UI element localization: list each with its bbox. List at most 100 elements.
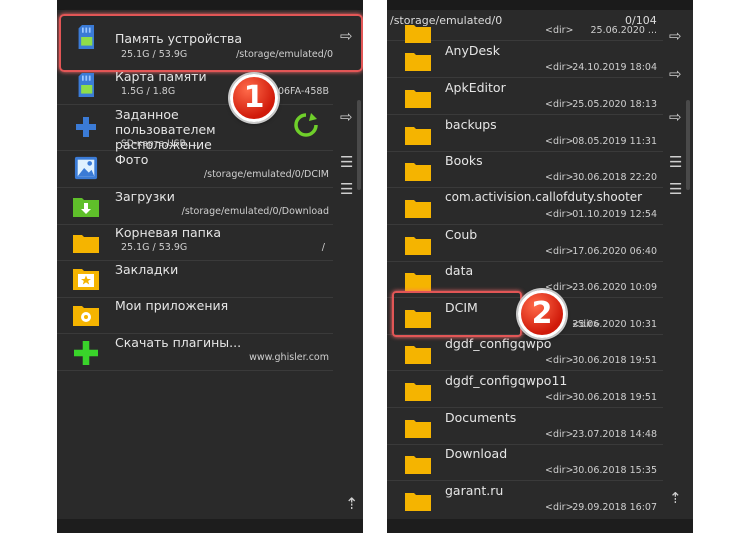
folder-icon (405, 346, 431, 364)
folder-name: Documents (445, 410, 517, 425)
folder-icon (405, 25, 431, 43)
folder-name: dgdf_configqwpo (445, 336, 552, 351)
folder-icon (405, 53, 431, 71)
folder-row[interactable]: <dir> 25.06.2020 ... (387, 12, 663, 43)
download-plugins-item[interactable]: Скачать плагины... www.ghisler.com (57, 334, 333, 371)
folder-date: 23.07.2018 14:48 (572, 429, 657, 440)
folder-date: 30.06.2018 15:35 (572, 465, 657, 476)
item-name: Скачать плагины... (115, 335, 242, 350)
folder-row[interactable]: ApkEditor <dir> 25.05.2020 18:13 (387, 78, 663, 115)
arrow-right-icon[interactable]: ⇨ (669, 65, 682, 83)
photo-item[interactable]: Фото /storage/emulated/0/DCIM (57, 151, 333, 188)
arrow-right-icon[interactable]: ⇨ (669, 27, 682, 45)
selected-highlight-frame (59, 14, 363, 72)
status-bar (387, 0, 693, 10)
folder-date: 25.06.2020 10:31 (572, 319, 657, 330)
folder-row[interactable]: garant.ru <dir> 29.09.2018 16:07 (387, 481, 663, 517)
folder-name: com.activision.callofduty.shooter (445, 190, 643, 204)
folder-row[interactable]: AnyDesk <dir> 24.10.2019 18:04 (387, 41, 663, 78)
folder-name: AnyDesk (445, 43, 500, 58)
bottom-toolbar (387, 519, 693, 533)
dcim-highlight-frame (392, 291, 522, 337)
folder-type: <dir> (545, 429, 574, 440)
folder-icon (405, 383, 431, 401)
item-path: / (321, 242, 325, 253)
item-name: Мои приложения (115, 298, 229, 313)
folder-icon (405, 127, 431, 145)
status-bar (57, 0, 363, 10)
refresh-icon[interactable] (293, 112, 319, 138)
folder-date: 17.06.2020 06:40 (572, 246, 657, 257)
folder-date: 24.10.2019 18:04 (572, 62, 657, 73)
photo-icon (74, 156, 98, 180)
downloads-item[interactable]: Загрузки /storage/emulated/0/Download (57, 188, 333, 225)
step-badge-1: 1 (230, 74, 278, 122)
arrow-right-icon[interactable]: ⇨ (669, 108, 682, 126)
folder-row[interactable]: com.activision.callofduty.shooter <dir> … (387, 188, 663, 225)
item-name: Закладки (115, 262, 179, 277)
item-size: 25.1G / 53.9G (121, 242, 188, 253)
menu-lines-icon[interactable]: ☰ (340, 153, 353, 171)
folder-date: 30.06.2018 19:51 (572, 355, 657, 366)
item-id: 06FA-458B (277, 86, 329, 97)
folder-name: ApkEditor (445, 80, 506, 95)
folder-row[interactable]: Books <dir> 30.06.2018 22:20 (387, 151, 663, 188)
bookmarks-item[interactable]: Закладки (57, 261, 333, 298)
folder-date: 25.05.2020 18:13 (572, 99, 657, 110)
user-location-item[interactable]: Заданное пользователем расположение SD-к… (57, 106, 333, 152)
folder-date: 01.10.2019 12:54 (572, 209, 657, 220)
folder-icon (405, 493, 431, 511)
folder-date: 25.06.2020 ... (590, 25, 657, 36)
folder-row[interactable]: Download <dir> 30.06.2018 15:35 (387, 444, 663, 481)
root-folder-item[interactable]: Корневая папка 25.1G / 53.9G / (57, 224, 333, 261)
folder-date: 29.09.2018 16:07 (572, 502, 657, 513)
folder-date: 30.06.2018 22:20 (572, 172, 657, 183)
item-path: /storage/emulated/0/DCIM (203, 169, 329, 180)
folder-icon (405, 273, 431, 291)
item-path: /storage/emulated/0/Download (181, 206, 329, 217)
folder-type: <dir> (545, 246, 574, 257)
sd-card-icon (78, 73, 94, 97)
download-folder-icon (73, 198, 99, 217)
folder-date: 23.06.2020 10:09 (572, 282, 657, 293)
plus-icon (76, 117, 96, 137)
arrow-right-icon[interactable]: ⇨ (340, 27, 353, 45)
folder-type: <dir> (545, 502, 574, 513)
folder-type: <dir> (545, 99, 574, 110)
folder-name: dgdf_configqwpo11 (445, 373, 568, 388)
folder-type: <dir> (545, 136, 574, 147)
folder-icon (405, 200, 431, 218)
item-sub: SD-карта,USB,... (121, 139, 198, 149)
right-phone-screen: /storage/emulated/0 0/104 <dir> 25.06.20… (387, 0, 693, 533)
folder-name: Download (445, 446, 508, 461)
folder-type: <dir> (545, 465, 574, 476)
folder-name: backups (445, 117, 497, 132)
folder-row[interactable]: backups <dir> 08.05.2019 11:31 (387, 115, 663, 152)
folder-icon (405, 456, 431, 474)
scrollbar[interactable] (686, 100, 690, 190)
folder-icon (73, 235, 99, 253)
menu-lines-icon[interactable]: ☰ (669, 153, 682, 171)
folder-type: <dir> (545, 355, 574, 366)
folder-row[interactable]: dgdf_configqwpo <dir> 30.06.2018 19:51 (387, 334, 663, 371)
folder-icon (405, 90, 431, 108)
folder-type: <dir> (545, 172, 574, 183)
menu-lines-icon[interactable]: ☰ (340, 180, 353, 198)
arrow-right-icon[interactable]: ⇨ (340, 108, 353, 126)
bottom-toolbar (57, 519, 363, 533)
item-url: www.ghisler.com (249, 352, 329, 363)
folder-icon (405, 237, 431, 255)
scroll-up-icon[interactable]: ⇡ (345, 494, 358, 513)
folder-type: <dir> (545, 209, 574, 220)
folder-row[interactable]: Coub <dir> 17.06.2020 06:40 (387, 225, 663, 262)
scrollbar[interactable] (357, 100, 361, 190)
folder-row[interactable]: dgdf_configqwpo11 <dir> 30.06.2018 19:51 (387, 371, 663, 408)
step-badge-2: 2 (518, 290, 566, 338)
folder-row[interactable]: Documents <dir> 23.07.2018 14:48 (387, 408, 663, 445)
menu-lines-icon[interactable]: ☰ (669, 180, 682, 198)
green-plus-icon (74, 341, 98, 365)
folder-type: <dir> (545, 392, 574, 403)
my-apps-item[interactable]: Мои приложения (57, 297, 333, 334)
scroll-up-icon[interactable]: ⇡ (669, 489, 682, 507)
memory-card-item[interactable]: Карта памяти 1.5G / 1.8G 06FA-458B (57, 68, 333, 105)
